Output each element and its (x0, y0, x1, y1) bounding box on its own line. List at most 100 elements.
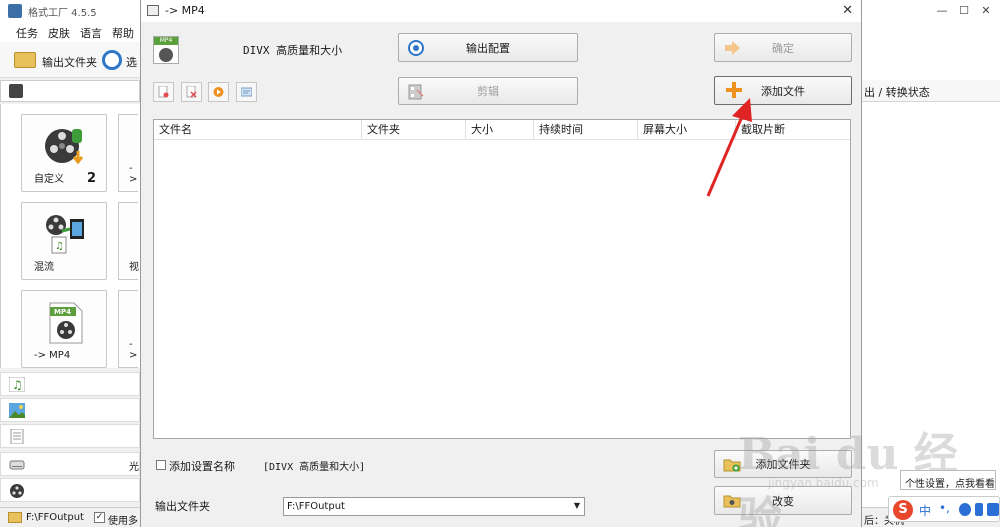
task-list-header: 出 / 转换状态 (862, 80, 1000, 102)
video-category-icon (9, 84, 23, 98)
multi-thread-label: 使用多 (108, 516, 138, 527)
annotation-arrow-icon (706, 98, 752, 197)
picture-icon (9, 403, 25, 418)
menu-item-help[interactable]: 帮助 (112, 25, 134, 41)
svg-text:♫: ♫ (55, 241, 64, 252)
tile-mp4[interactable]: MP4 -> MP4 (21, 290, 107, 368)
tile-partial-3[interactable]: -> (118, 290, 138, 368)
dialog-close-icon[interactable]: ✕ (842, 3, 853, 18)
emoji-icon[interactable] (959, 503, 971, 516)
add-folder-button[interactable]: 添加文件夹 (714, 450, 852, 478)
sogou-logo-icon[interactable]: S (893, 500, 913, 520)
output-folder-label: 输出文件夹 (155, 500, 210, 513)
add-folder-label: 添加文件夹 (755, 458, 811, 471)
tile-mux-label: 混流 (34, 262, 54, 273)
output-folder-value: F:\FFOutput (287, 501, 345, 512)
output-config-label: 输出配置 (466, 41, 510, 55)
mux-icon: ♫ (46, 215, 84, 254)
ime-tooltip-text: 个性设置，点我看看 (905, 479, 995, 490)
options-tool-label[interactable]: 选 (126, 54, 137, 70)
category-video[interactable] (0, 80, 140, 102)
multi-thread-checkbox[interactable]: ✓ (94, 512, 105, 523)
document-icon (10, 429, 24, 444)
info-panel-icon (241, 87, 252, 97)
tile-custom-count: 2 (86, 171, 96, 186)
close-icon[interactable]: ✕ (978, 3, 994, 19)
remove-file-button[interactable] (181, 82, 202, 102)
dialog-title: -> MP4 (165, 4, 205, 17)
app-icon (8, 4, 22, 18)
tile-partial-1-label: -> (129, 163, 138, 185)
clip-button[interactable]: 剪辑 (398, 77, 578, 105)
film-reel-icon (45, 129, 84, 165)
options-icon[interactable] (102, 50, 122, 70)
play-icon (213, 87, 224, 97)
task-status-column-header[interactable]: 出 / 转换状态 (864, 84, 930, 100)
profile-name: DIVX 高质量和大小 (243, 44, 343, 57)
mp4-dialog: -> MP4 ✕ MP4 DIVX 高质量和大小 输出配置 确定 剪辑 添加文件… (140, 0, 862, 527)
add-setting-name-label[interactable]: 添加设置名称 (169, 458, 235, 474)
punctuation-icon[interactable]: •, (939, 501, 950, 515)
maximize-icon[interactable]: ☐ (956, 3, 972, 19)
status-folder-icon[interactable] (8, 512, 22, 523)
ime-tooltip[interactable]: 个性设置，点我看看 (900, 470, 996, 490)
conversion-panel: 自定义 2 -> ♫ 混流 视 MP4 -> MP4 -> (0, 104, 140, 368)
tile-custom[interactable]: 自定义 2 (21, 114, 107, 192)
tools-reel-icon (10, 484, 24, 498)
change-label: 改变 (772, 494, 794, 508)
file-info-button[interactable] (236, 82, 257, 102)
main-status-bar: F:\FFOutput ✓ 使用多 (0, 507, 140, 527)
output-config-button[interactable]: 输出配置 (398, 33, 578, 62)
remove-file-icon (186, 86, 197, 98)
disc-drive-icon (9, 460, 25, 470)
chevron-down-icon[interactable]: ▼ (574, 501, 580, 510)
change-button[interactable]: 改变 (714, 486, 852, 515)
ok-button[interactable]: 确定 (714, 33, 852, 62)
col-filename[interactable]: 文件名 (154, 120, 362, 140)
category-tools[interactable] (0, 478, 140, 502)
mp4-profile-tag: MP4 (154, 37, 178, 45)
svg-text:MP4: MP4 (54, 308, 71, 316)
output-folder-select[interactable]: F:\FFOutput ▼ (283, 497, 585, 516)
mp4-profile-icon: MP4 (153, 36, 179, 64)
col-size[interactable]: 大小 (466, 120, 534, 140)
mp4-file-icon: MP4 (49, 302, 83, 344)
dialog-window-icon (147, 5, 159, 16)
tile-partial-2-label: 视 (129, 262, 139, 273)
category-disc-label: 光 (129, 462, 139, 473)
menu-item-task[interactable]: 任务 (16, 25, 38, 41)
menu-item-skin[interactable]: 皮肤 (48, 25, 70, 41)
clear-list-button[interactable] (153, 82, 174, 102)
svg-text:♫: ♫ (12, 378, 23, 392)
category-image[interactable] (0, 398, 140, 422)
clear-file-icon (158, 86, 169, 98)
folder-icon[interactable] (14, 52, 36, 68)
menu-item-language[interactable]: 语言 (80, 25, 102, 41)
ime-toolbar[interactable]: S 中 •, (888, 496, 1000, 522)
output-folder-tool-label[interactable]: 输出文件夹 (42, 54, 97, 70)
category-disc[interactable]: 光 (0, 452, 140, 476)
menu-bar: 任务 皮肤 语言 帮助 (0, 22, 140, 42)
keyboard-icon[interactable] (987, 503, 999, 516)
status-output-path[interactable]: F:\FFOutput (26, 512, 84, 523)
main-toolbar: 输出文件夹 选 (0, 42, 140, 78)
microphone-icon[interactable] (975, 503, 983, 516)
col-folder[interactable]: 文件夹 (362, 120, 466, 140)
tile-custom-label: 自定义 (34, 174, 64, 185)
ok-label: 确定 (772, 41, 794, 55)
add-setting-name-checkbox[interactable] (156, 460, 166, 470)
category-audio[interactable]: ♫ (0, 372, 140, 396)
tile-partial-2[interactable]: 视 (118, 202, 139, 280)
tile-partial-1[interactable]: -> (118, 114, 138, 192)
play-file-button[interactable] (208, 82, 229, 102)
music-note-icon: ♫ (9, 377, 25, 392)
minimize-icon[interactable]: — (934, 3, 950, 19)
ime-mode-chinese[interactable]: 中 (919, 502, 931, 519)
profile-reel-icon (159, 48, 173, 62)
tile-partial-3-label: -> (129, 339, 138, 361)
tile-mux[interactable]: ♫ 混流 (21, 202, 107, 280)
col-duration[interactable]: 持续时间 (534, 120, 638, 140)
app-title: 格式工厂 4.5.5 (28, 8, 97, 19)
category-document[interactable] (0, 424, 140, 448)
tile-mp4-label: -> MP4 (34, 350, 71, 361)
